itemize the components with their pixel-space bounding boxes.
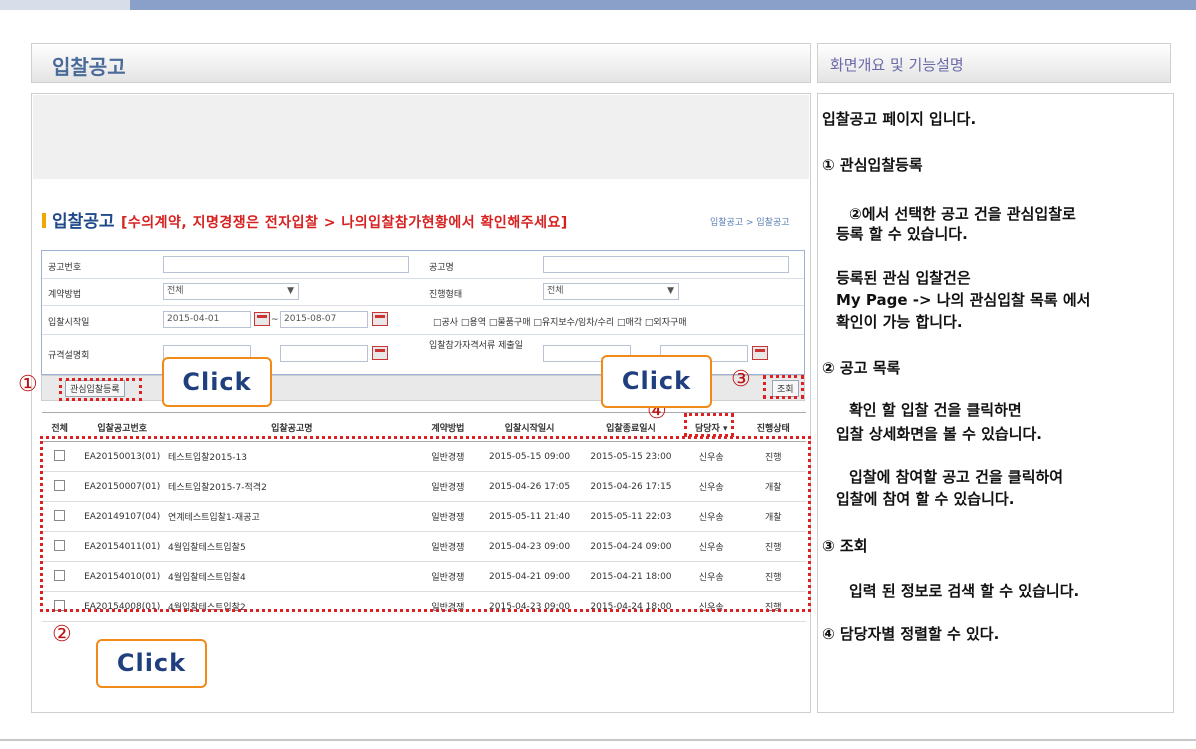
progress-type-label: 진행형태: [429, 290, 463, 300]
desc-s2-line2: 입찰 상세화면을 볼 수 있습니다.: [836, 425, 1042, 443]
desc-section-4-title: ④ 담당자별 정렬할 수 있다.: [822, 625, 1000, 643]
click-callout-2: Click: [96, 639, 207, 688]
search-row-3: 입찰시작일 2015-04-01 ~ 2015-08-07 □공사 □용역 □물…: [42, 305, 804, 335]
desc-section-3-title: ③ 조회: [822, 537, 868, 555]
date-from-input[interactable]: 2015-04-01: [163, 311, 251, 328]
desc-s1-line5: 확인이 가능 합니다.: [836, 313, 963, 331]
progress-type-select[interactable]: 전체 ▼: [543, 283, 679, 300]
desc-s1-line1: ②에서 선택한 공고 건을 관심입찰로: [849, 205, 1076, 223]
highlight-search-button: [763, 375, 804, 399]
contract-method-label: 계약방법: [48, 290, 82, 300]
breadcrumb[interactable]: 입찰공고 > 입찰공고: [710, 215, 790, 228]
qualification-label: 입찰참가자격서류 제출일: [429, 341, 523, 351]
date-separator: ~: [271, 315, 279, 325]
click-callout-1: Click: [162, 357, 272, 407]
desc-s1-line4: My Page -> 나의 관심입찰 목록 에서: [836, 291, 1091, 309]
desc-section-1-title: ① 관심입찰등록: [822, 156, 923, 174]
right-panel-header: 화면개요 및 기능설명: [817, 43, 1171, 83]
notice-no-label: 공고번호: [48, 263, 82, 273]
chevron-down-icon: ▼: [287, 286, 294, 296]
screenshot-top-area: [33, 95, 809, 179]
page-title: 입찰공고: [52, 55, 126, 79]
spec-meeting-to-input[interactable]: [280, 345, 368, 362]
calendar-icon[interactable]: [254, 312, 270, 326]
click-callout-3: Click: [601, 355, 712, 408]
search-row-2: 계약방법 전체 ▼ 진행형태 전체 ▼: [42, 278, 804, 306]
top-accent-bar-light: [0, 0, 130, 10]
contract-method-select[interactable]: 전체 ▼: [163, 283, 299, 300]
description-title: 화면개요 및 기능설명: [830, 56, 964, 74]
inner-title-text: 입찰공고: [52, 212, 115, 232]
highlight-bid-list: [40, 436, 811, 612]
calendar-icon[interactable]: [752, 346, 768, 360]
progress-type-value: 전체: [547, 286, 564, 296]
desc-section-2-title: ② 공고 목록: [822, 359, 901, 377]
marker-3: ③: [731, 367, 751, 392]
desc-s1-line3: 등록된 관심 입찰건은: [836, 269, 971, 287]
highlight-interest-button: [59, 378, 142, 401]
date-to-input[interactable]: 2015-08-07: [280, 311, 368, 328]
bottom-divider: [0, 739, 1196, 741]
notice-name-label: 공고명: [429, 263, 454, 273]
notice-no-input[interactable]: [163, 256, 409, 273]
calendar-icon[interactable]: [372, 312, 388, 326]
desc-s3-line1: 입력 된 정보로 검색 할 수 있습니다.: [849, 582, 1080, 600]
spec-meeting-label: 규격설명회: [48, 351, 90, 361]
top-accent-bar: [0, 0, 1196, 10]
left-panel-header: 입찰공고: [31, 43, 811, 83]
desc-s2-line3: 입찰에 참여할 공고 건을 클릭하여: [849, 468, 1064, 486]
marker-2: ②: [52, 622, 72, 647]
inner-subtitle: [수의계약, 지명경쟁은 전자입찰 > 나의입찰참가현황에서 확인해주세요]: [121, 215, 568, 231]
title-bar-icon: [42, 213, 46, 228]
category-checkboxes[interactable]: □공사 □용역 □물품구매 □유지보수/임차/수리 □매각 □외자구매: [433, 315, 687, 328]
desc-s2-line4: 입찰에 참여 할 수 있습니다.: [836, 490, 1015, 508]
search-row-1: 공고번호 공고명: [42, 251, 804, 279]
highlight-manager-sort: [684, 413, 734, 437]
contract-method-value: 전체: [167, 286, 184, 296]
inner-page-title: 입찰공고: [42, 207, 115, 232]
chevron-down-icon: ▼: [667, 286, 674, 296]
bid-start-label: 입찰시작일: [48, 318, 90, 328]
marker-1: ①: [18, 372, 38, 397]
desc-intro: 입찰공고 페이지 입니다.: [822, 110, 977, 128]
desc-s1-line2: 등록 할 수 있습니다.: [836, 225, 968, 243]
notice-name-input[interactable]: [543, 256, 789, 273]
desc-s2-line1: 확인 할 입찰 건을 클릭하면: [849, 401, 1022, 419]
calendar-icon[interactable]: [372, 346, 388, 360]
